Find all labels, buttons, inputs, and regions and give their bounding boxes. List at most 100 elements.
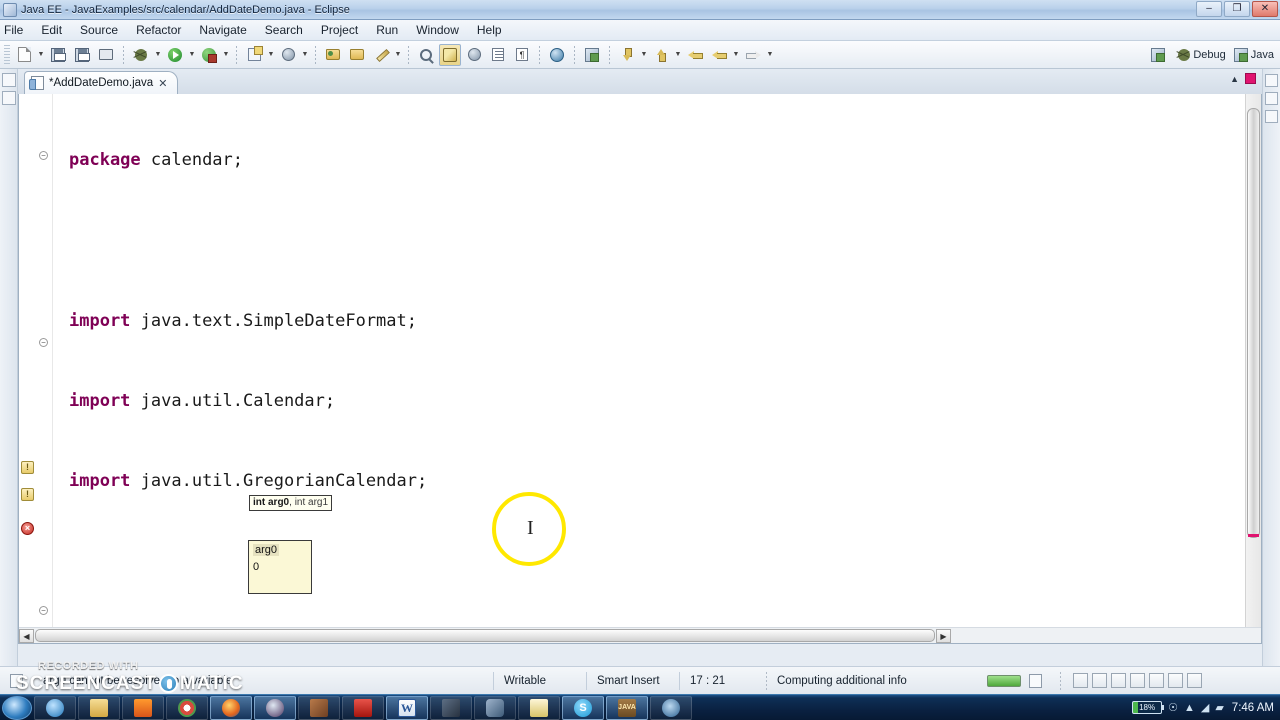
scroll-left-icon[interactable]: ◀ [19, 628, 34, 643]
image-icon[interactable] [1092, 673, 1107, 688]
external-tools-dropdown-icon[interactable]: ▼ [221, 44, 231, 66]
menu-item-refactor[interactable]: Refactor [127, 21, 190, 39]
link-icon[interactable] [1073, 673, 1088, 688]
close-icon[interactable]: ✕ [158, 77, 167, 90]
taskbar-item-dolphin[interactable] [474, 695, 516, 720]
restore-icon[interactable] [1, 73, 16, 87]
window-controls[interactable]: – ❐ ✕ [1196, 1, 1278, 17]
next-annotation-button[interactable] [616, 44, 638, 66]
taskbar-item-media[interactable] [650, 695, 692, 720]
open-task-button[interactable] [346, 44, 368, 66]
task-list-icon[interactable] [1265, 92, 1278, 105]
volume-icon[interactable]: ▰ [1215, 701, 1223, 714]
taskbar-item-firefox[interactable] [210, 695, 252, 720]
print-button[interactable] [95, 44, 117, 66]
taskbar-item-chrome[interactable] [166, 695, 208, 720]
taskbar-clock[interactable]: 7:46 AM [1230, 702, 1274, 714]
run-dropdown-icon[interactable]: ▼ [187, 44, 197, 66]
action-center-icon[interactable]: ☉ [1168, 701, 1178, 714]
quick-fix-dropdown-icon[interactable]: ▼ [393, 44, 403, 66]
horizontal-scrollbar-thumb[interactable] [35, 629, 935, 642]
heap-status-cell[interactable] [977, 670, 1052, 692]
back-dropdown-icon[interactable]: ▼ [731, 44, 741, 66]
code-line[interactable] [53, 548, 1244, 575]
toolbar-grip[interactable] [4, 44, 10, 65]
taskbar-item-vlc[interactable] [122, 695, 164, 720]
show-hidden-icons-icon[interactable]: ▲ [1184, 702, 1195, 714]
tree-icon[interactable] [1149, 673, 1164, 688]
fold-toggle-icon[interactable]: − [39, 606, 48, 615]
folding-ruler[interactable]: − − − [35, 94, 53, 642]
properties-view-icon[interactable] [1265, 110, 1278, 123]
error-marker[interactable]: × [21, 522, 34, 535]
menu-item-help[interactable]: Help [468, 21, 511, 39]
run-external-tools-button[interactable] [198, 44, 220, 66]
overview-error-mark[interactable] [1248, 534, 1259, 537]
taskbar-item-explorer[interactable] [78, 695, 120, 720]
new-package-button[interactable] [277, 44, 299, 66]
taskbar-item-chart[interactable] [518, 695, 560, 720]
annotation-ruler[interactable]: ! ! × [19, 94, 35, 642]
editor-tab-adddatedemo[interactable]: *AddDateDemo.java ✕ [24, 71, 179, 94]
menu-item-project[interactable]: Project [312, 21, 367, 39]
run-gc-icon[interactable] [1029, 673, 1042, 688]
forward-dropdown-icon[interactable]: ▼ [765, 44, 775, 66]
code-line[interactable]: import java.util.GregorianCalendar; [53, 468, 1244, 495]
open-type-button[interactable] [322, 44, 344, 66]
menu-item-file[interactable]: File [0, 21, 32, 39]
network-icon[interactable]: ◢ [1201, 701, 1209, 714]
new-wizard-button[interactable] [13, 44, 35, 66]
code-editor[interactable]: ! ! × − − − package calendar; import jav… [18, 94, 1262, 644]
chevron-up-icon[interactable]: ▲ [1230, 74, 1239, 84]
toggle-mark-occurrences-button[interactable] [439, 43, 461, 66]
show-whitespace-button[interactable]: ¶ [511, 44, 533, 66]
parameter-value-popup[interactable]: arg0 0 [248, 540, 312, 594]
show-outline-button[interactable] [487, 44, 509, 66]
code-line[interactable]: package calendar; [53, 147, 1244, 174]
start-button[interactable] [2, 695, 32, 720]
code-line[interactable]: import java.text.SimpleDateFormat; [53, 308, 1244, 335]
new-perspective-button[interactable] [581, 44, 603, 66]
save-button[interactable] [47, 44, 69, 66]
fold-toggle-icon[interactable]: − [39, 151, 48, 160]
window-icon[interactable] [1111, 673, 1126, 688]
menu-item-run[interactable]: Run [367, 21, 407, 39]
last-edit-location-button[interactable] [684, 44, 706, 66]
code-line[interactable]: import java.util.Calendar; [53, 388, 1244, 415]
outline-view-icon[interactable] [1265, 74, 1278, 87]
warning-marker[interactable]: ! [21, 461, 34, 474]
save-all-button[interactable] [71, 44, 93, 66]
search-button[interactable] [415, 44, 437, 66]
horizontal-scrollbar-row[interactable]: ◀ ▶ [19, 627, 1261, 643]
new-wizard-dropdown-icon[interactable]: ▼ [36, 44, 46, 66]
open-task-repository-button[interactable] [463, 44, 485, 66]
menu-item-edit[interactable]: Edit [32, 21, 71, 39]
export-icon[interactable] [1168, 673, 1183, 688]
code-line[interactable] [53, 228, 1244, 255]
open-web-browser-button[interactable] [546, 44, 568, 66]
vertical-scrollbar[interactable] [1247, 108, 1260, 538]
monitor-icon[interactable] [1187, 673, 1202, 688]
previous-annotation-dropdown-icon[interactable]: ▼ [673, 44, 683, 66]
taskbar-item-app[interactable] [298, 695, 340, 720]
new-java-dropdown-icon[interactable]: ▼ [266, 44, 276, 66]
new-java-project-button[interactable] [243, 44, 265, 66]
battery-indicator[interactable]: 18% [1132, 701, 1165, 714]
code-text-area[interactable]: package calendar; import java.text.Simpl… [53, 94, 1244, 643]
menu-item-navigate[interactable]: Navigate [190, 21, 255, 39]
back-button[interactable] [708, 44, 730, 66]
scroll-right-icon[interactable]: ▶ [936, 628, 951, 643]
debug-button[interactable] [130, 44, 152, 66]
taskbar-item-pdf[interactable] [342, 695, 384, 720]
minimize-button[interactable]: – [1196, 1, 1222, 17]
new-package-dropdown-icon[interactable]: ▼ [300, 44, 310, 66]
close-button[interactable]: ✕ [1252, 1, 1278, 17]
taskbar-item-javaee[interactable]: JAVA [606, 695, 648, 720]
fold-toggle-icon[interactable]: − [39, 338, 48, 347]
taskbar-item-tool[interactable] [430, 695, 472, 720]
forward-button[interactable] [742, 44, 764, 66]
bug-icon[interactable] [1130, 673, 1145, 688]
warning-marker[interactable]: ! [21, 488, 34, 501]
taskbar-item-eclipse[interactable] [254, 695, 296, 720]
perspective-debug[interactable]: Debug [1178, 48, 1226, 61]
